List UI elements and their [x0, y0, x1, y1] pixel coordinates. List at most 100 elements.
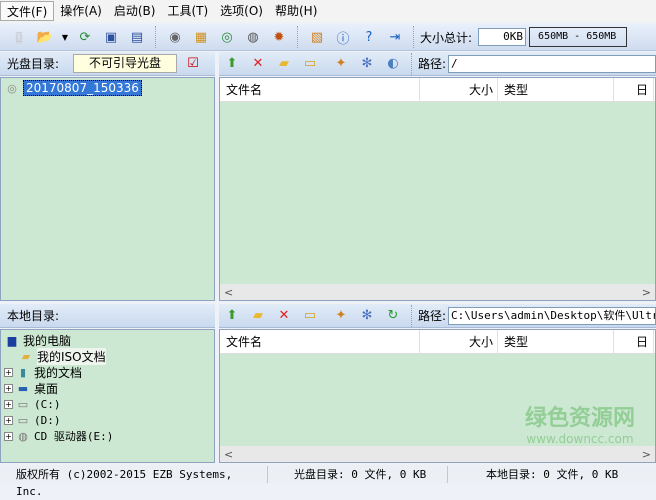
local-horizontal-scrollbar[interactable]: < >: [220, 446, 655, 462]
iso-summary: 光盘目录: 0 文件, 0 KB: [268, 466, 448, 483]
menu-actions[interactable]: 操作(A): [54, 1, 108, 21]
iso-root-label: 20170807_150336: [23, 80, 142, 96]
virtual-drive-icon[interactable]: ✹: [269, 27, 289, 47]
iso-files-toolbar: ⬆ ✕ ▰ ▭ ✦ ✻ ◐ 路径: /: [219, 52, 656, 76]
menu-tools[interactable]: 工具(T): [161, 1, 214, 21]
drive-icon: ▭: [17, 413, 29, 427]
cd-icon: ◎: [7, 81, 17, 95]
scroll-right-icon[interactable]: >: [642, 286, 651, 299]
iso-root-item[interactable]: ◎ 20170807_150336: [4, 80, 214, 96]
exit-icon[interactable]: ⇥: [385, 27, 405, 47]
expand-icon[interactable]: +: [4, 399, 13, 409]
expand-icon[interactable]: +: [4, 367, 13, 377]
scroll-left-icon[interactable]: <: [224, 448, 233, 461]
save-icon[interactable]: ▣: [101, 27, 121, 47]
column-filename[interactable]: 文件名: [220, 77, 420, 102]
help-icon[interactable]: ?: [359, 27, 379, 47]
column-date[interactable]: 日: [614, 329, 654, 354]
column-filename[interactable]: 文件名: [220, 329, 420, 354]
menu-boot[interactable]: 启动(B): [108, 1, 162, 21]
scroll-right-icon[interactable]: >: [642, 448, 651, 461]
local-file-header: 文件名 大小 类型 日: [220, 329, 655, 354]
boot-status-field[interactable]: 不可引导光盘: [73, 54, 177, 73]
tree-item-computer[interactable]: ▆ 我的电脑: [4, 332, 214, 348]
rename-icon[interactable]: ▭: [300, 306, 320, 326]
tree-item-drive-c[interactable]: + ▭ (C:): [4, 396, 214, 412]
toolbar-separator: [155, 26, 157, 48]
tree-item-drive-d[interactable]: + ▭ (D:): [4, 412, 214, 428]
up-icon[interactable]: ⬆: [222, 306, 242, 326]
tree-item-cd-drive[interactable]: + ◍ CD 驱动器(E:): [4, 428, 214, 444]
column-type[interactable]: 类型: [498, 77, 614, 102]
local-tree: ▆ 我的电脑 ▰ 我的ISO文档 + ▮ 我的文档 + ▬ 桌面 + ▭ (C:) + ▭ (D:)…: [0, 329, 215, 463]
tree-label: (C:): [34, 397, 61, 411]
refresh-icon[interactable]: ↻: [383, 306, 403, 326]
add-files-icon[interactable]: ✦: [331, 54, 351, 74]
iso-directory-header: 光盘目录: 不可引导光盘 ☑: [0, 52, 215, 76]
burn-icon[interactable]: ◍: [243, 27, 263, 47]
local-path-input[interactable]: C:\Users\admin\Desktop\软件\UltraISO\Ul-: [448, 306, 656, 325]
open-icon[interactable]: 📂: [35, 27, 55, 47]
menu-file[interactable]: 文件(F): [0, 1, 55, 21]
settings-icon[interactable]: ✻: [357, 306, 377, 326]
menu-help[interactable]: 帮助(H): [269, 1, 323, 21]
iso-path-input[interactable]: /: [448, 54, 656, 73]
column-type[interactable]: 类型: [498, 329, 614, 354]
watermark-title: 绿色资源网: [524, 406, 635, 431]
drive-icon: ▭: [17, 397, 29, 411]
scroll-left-icon[interactable]: <: [224, 286, 233, 299]
column-date[interactable]: 日: [614, 77, 654, 102]
new-folder-icon[interactable]: ▰: [274, 54, 294, 74]
toolbar-separator: [413, 26, 415, 48]
new-icon[interactable]: ▯: [9, 27, 29, 47]
properties-icon[interactable]: ▧: [307, 27, 327, 47]
save-as-icon[interactable]: ▤: [127, 27, 147, 47]
folder-icon: ▰: [21, 349, 31, 363]
expand-icon[interactable]: +: [4, 431, 13, 441]
local-path-label: 路径:: [418, 309, 447, 323]
toolbar: ▯ 📂 ▼ ⟳ ▣ ▤ ◉ ▦ ◎ ◍ ✹ ▧ ⓘ ? ⇥ 大小总计: 0KB …: [0, 24, 656, 51]
computer-icon: ▆: [7, 333, 17, 347]
copyright-text: 版权所有 (c)2002-2015 EZB Systems, Inc.: [0, 466, 268, 498]
up-icon[interactable]: ⬆: [222, 54, 242, 74]
open-dropdown-icon[interactable]: ▼: [61, 27, 69, 47]
capacity-selector[interactable]: 650MB - 650MB: [529, 27, 628, 47]
make-cd-image-icon[interactable]: ◉: [165, 27, 185, 47]
column-size[interactable]: 大小: [420, 77, 498, 102]
boot-check-icon[interactable]: ☑: [183, 54, 203, 74]
settings-icon[interactable]: ✻: [357, 54, 377, 74]
watermark: 绿色资源网 www.downcc.com: [525, 400, 635, 446]
documents-icon: ▮: [19, 365, 27, 379]
extract-icon[interactable]: ⟳: [75, 27, 95, 47]
watermark-url: www.downcc.com: [526, 432, 634, 446]
mount-icon[interactable]: ◎: [217, 27, 237, 47]
iso-horizontal-scrollbar[interactable]: < >: [220, 284, 655, 300]
tree-item-iso-documents[interactable]: ▰ 我的ISO文档: [4, 347, 214, 365]
menu-options[interactable]: 选项(O): [214, 1, 269, 21]
column-size[interactable]: 大小: [420, 329, 498, 354]
iso-directory-label: 光盘目录:: [7, 57, 60, 71]
size-total-label: 大小总计:: [420, 30, 473, 45]
tree-item-documents[interactable]: + ▮ 我的文档: [4, 364, 214, 380]
delete-icon[interactable]: ✕: [248, 54, 268, 74]
iso-file-header: 文件名 大小 类型 日: [220, 77, 655, 102]
info-icon[interactable]: ⓘ: [333, 27, 353, 47]
new-folder-icon[interactable]: ▰: [248, 306, 268, 326]
tree-item-desktop[interactable]: + ▬ 桌面: [4, 380, 214, 396]
expand-icon[interactable]: +: [4, 415, 13, 425]
add-to-iso-icon[interactable]: ✦: [331, 306, 351, 326]
rename-icon[interactable]: ▭: [300, 54, 320, 74]
toolbar-separator: [411, 52, 413, 75]
local-directory-header: 本地目录:: [0, 304, 215, 328]
desktop-icon: ▬: [17, 381, 29, 395]
compress-iso-icon[interactable]: ▦: [191, 27, 211, 47]
local-directory-label: 本地目录:: [7, 309, 60, 323]
delete-icon[interactable]: ✕: [274, 306, 294, 326]
boot-file-icon[interactable]: ◐: [383, 54, 403, 74]
tree-label: 我的ISO文档: [37, 347, 106, 365]
expand-icon[interactable]: +: [4, 383, 13, 393]
tree-label: 我的文档: [34, 365, 83, 380]
toolbar-separator: [411, 304, 413, 327]
menu-bar: 文件(F) 操作(A) 启动(B) 工具(T) 选项(O) 帮助(H): [0, 0, 656, 22]
local-file-list: 文件名 大小 类型 日 绿色资源网 www.downcc.com < >: [219, 329, 656, 463]
